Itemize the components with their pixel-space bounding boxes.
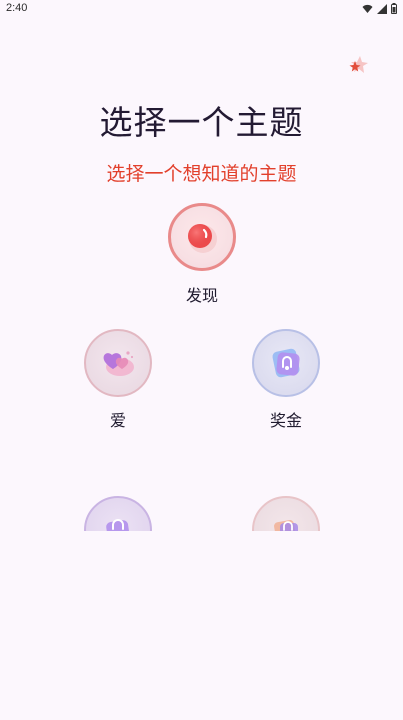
topic-love-label: 爱	[109, 411, 126, 430]
page-title: 选择一个主题	[99, 103, 304, 142]
status-time: 2:40	[6, 2, 28, 14]
status-icons	[362, 3, 397, 14]
battery-icon	[391, 3, 397, 14]
record-icon	[188, 224, 217, 253]
scroll-area-bottom	[0, 531, 403, 720]
screen: 2:40 选择一个主题 选择一个想知道的主题 发现 爱 奖金	[0, 0, 403, 720]
topic-discover-button[interactable]	[168, 203, 236, 271]
sparkle-icon[interactable]	[346, 54, 370, 76]
topic-bonus-button[interactable]	[252, 329, 320, 397]
topic-love-button[interactable]	[84, 329, 152, 397]
hearts-icon	[103, 351, 134, 376]
page-subtitle: 选择一个想知道的主题	[106, 163, 297, 185]
gift-card-icon	[272, 348, 300, 378]
wifi-icon	[362, 4, 373, 13]
topic-discover-label: 发现	[185, 286, 218, 305]
status-bar: 2:40	[0, 0, 403, 18]
signal-icon	[377, 3, 387, 14]
topic-bonus-label: 奖金	[269, 411, 302, 430]
